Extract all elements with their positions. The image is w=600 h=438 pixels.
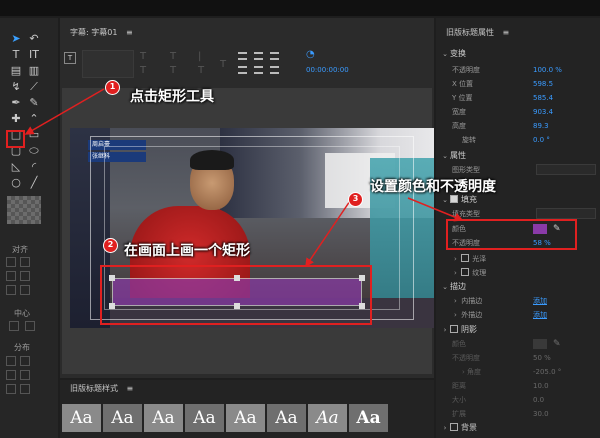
annotation-arrows [24, 88, 464, 268]
annotation-number-2: 2 [103, 238, 118, 253]
annotation-text-2: 在画面上画一个矩形 [124, 243, 250, 259]
annotation-number-3: 3 [348, 192, 363, 207]
annotation-text-1: 点击矩形工具 [130, 89, 214, 105]
annotation-number-1: 1 [105, 80, 120, 95]
annotation-text-3: 设置颜色和不透明度 [370, 179, 496, 195]
